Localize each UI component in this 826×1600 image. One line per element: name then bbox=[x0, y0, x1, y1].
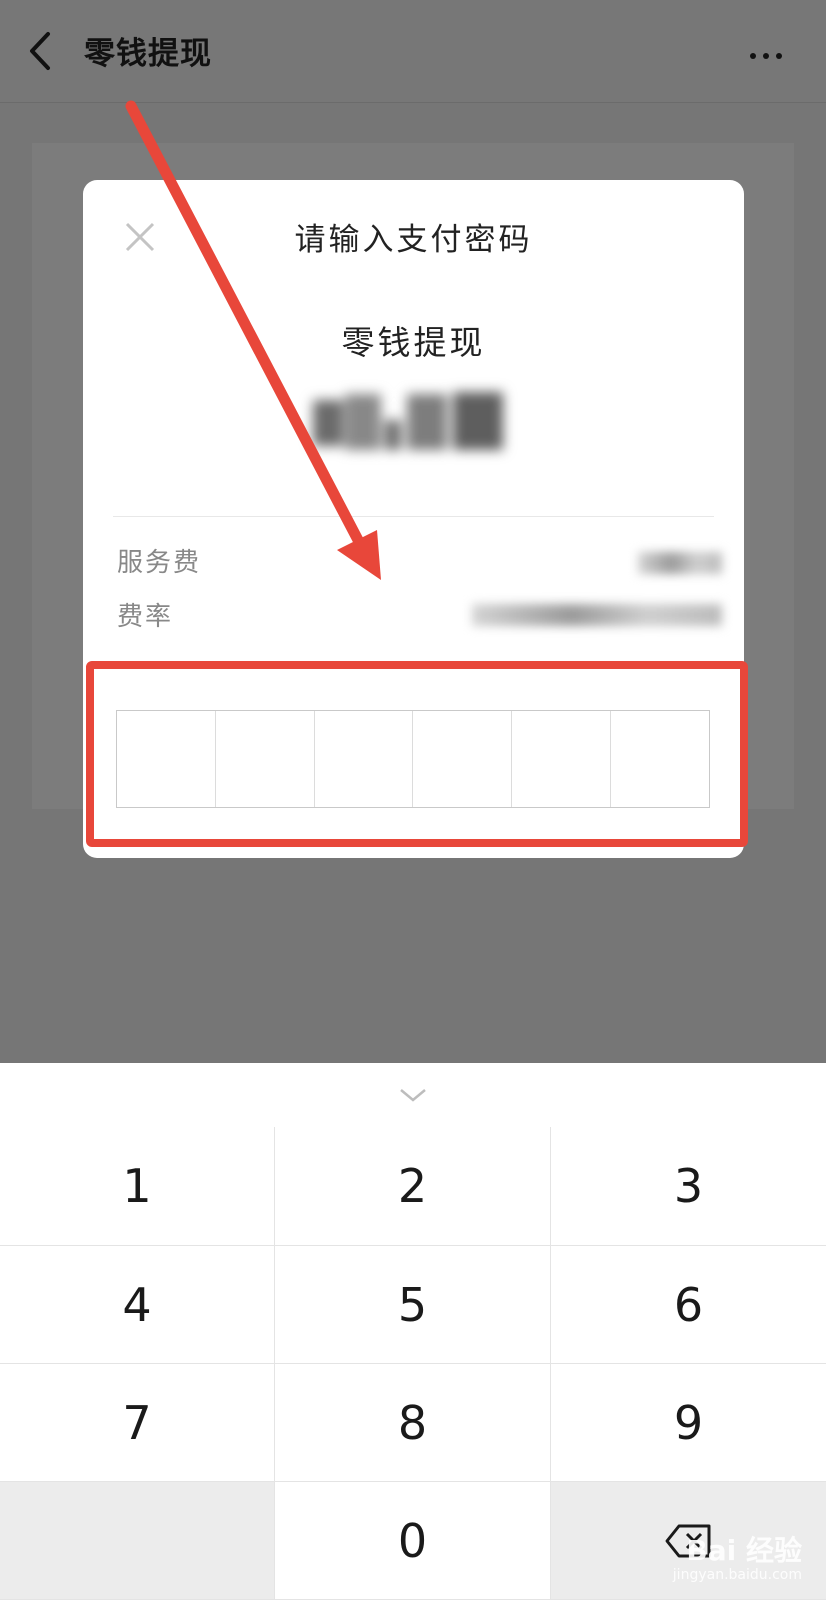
key-1[interactable]: 1 bbox=[0, 1127, 275, 1246]
dialog-title: 请输入支付密码 bbox=[294, 222, 533, 258]
watermark: Bai 经验 jingyan.baidu.com bbox=[673, 1534, 802, 1584]
watermark-url: jingyan.baidu.com bbox=[672, 1567, 802, 1584]
chevron-down-icon bbox=[400, 1089, 426, 1102]
highlight-annotation-box bbox=[86, 661, 748, 847]
key-9[interactable]: 9 bbox=[551, 1364, 826, 1482]
keyboard-collapse-button[interactable] bbox=[0, 1063, 826, 1128]
service-fee-value-pixelated bbox=[638, 552, 722, 574]
back-arrow-icon[interactable] bbox=[26, 28, 56, 74]
key-2[interactable]: 2 bbox=[275, 1127, 551, 1246]
numeric-keyboard: 1 2 3 4 5 6 7 8 9 0 Bai 经验 jingyan.baidu… bbox=[0, 1063, 826, 1600]
key-6[interactable]: 6 bbox=[551, 1246, 826, 1364]
key-0[interactable]: 0 bbox=[275, 1482, 551, 1600]
service-fee-label: 服务费 bbox=[117, 548, 202, 578]
key-5[interactable]: 5 bbox=[275, 1246, 551, 1364]
payment-item-label: 零钱提现 bbox=[341, 323, 486, 362]
divider bbox=[113, 516, 714, 517]
key-empty bbox=[0, 1482, 275, 1600]
key-3[interactable]: 3 bbox=[551, 1127, 826, 1246]
more-options-icon[interactable] bbox=[750, 44, 790, 59]
rate-label: 费率 bbox=[117, 602, 174, 632]
amount-pixelated bbox=[303, 380, 523, 462]
key-7[interactable]: 7 bbox=[0, 1364, 275, 1482]
page-title: 零钱提现 bbox=[84, 36, 212, 72]
app-header: 零钱提现 bbox=[0, 0, 826, 103]
watermark-main: Bai 经验 bbox=[686, 1533, 802, 1567]
key-4[interactable]: 4 bbox=[0, 1246, 275, 1364]
rate-value-pixelated bbox=[472, 604, 722, 626]
keypad-grid: 1 2 3 4 5 6 7 8 9 0 bbox=[0, 1127, 826, 1600]
key-8[interactable]: 8 bbox=[275, 1364, 551, 1482]
